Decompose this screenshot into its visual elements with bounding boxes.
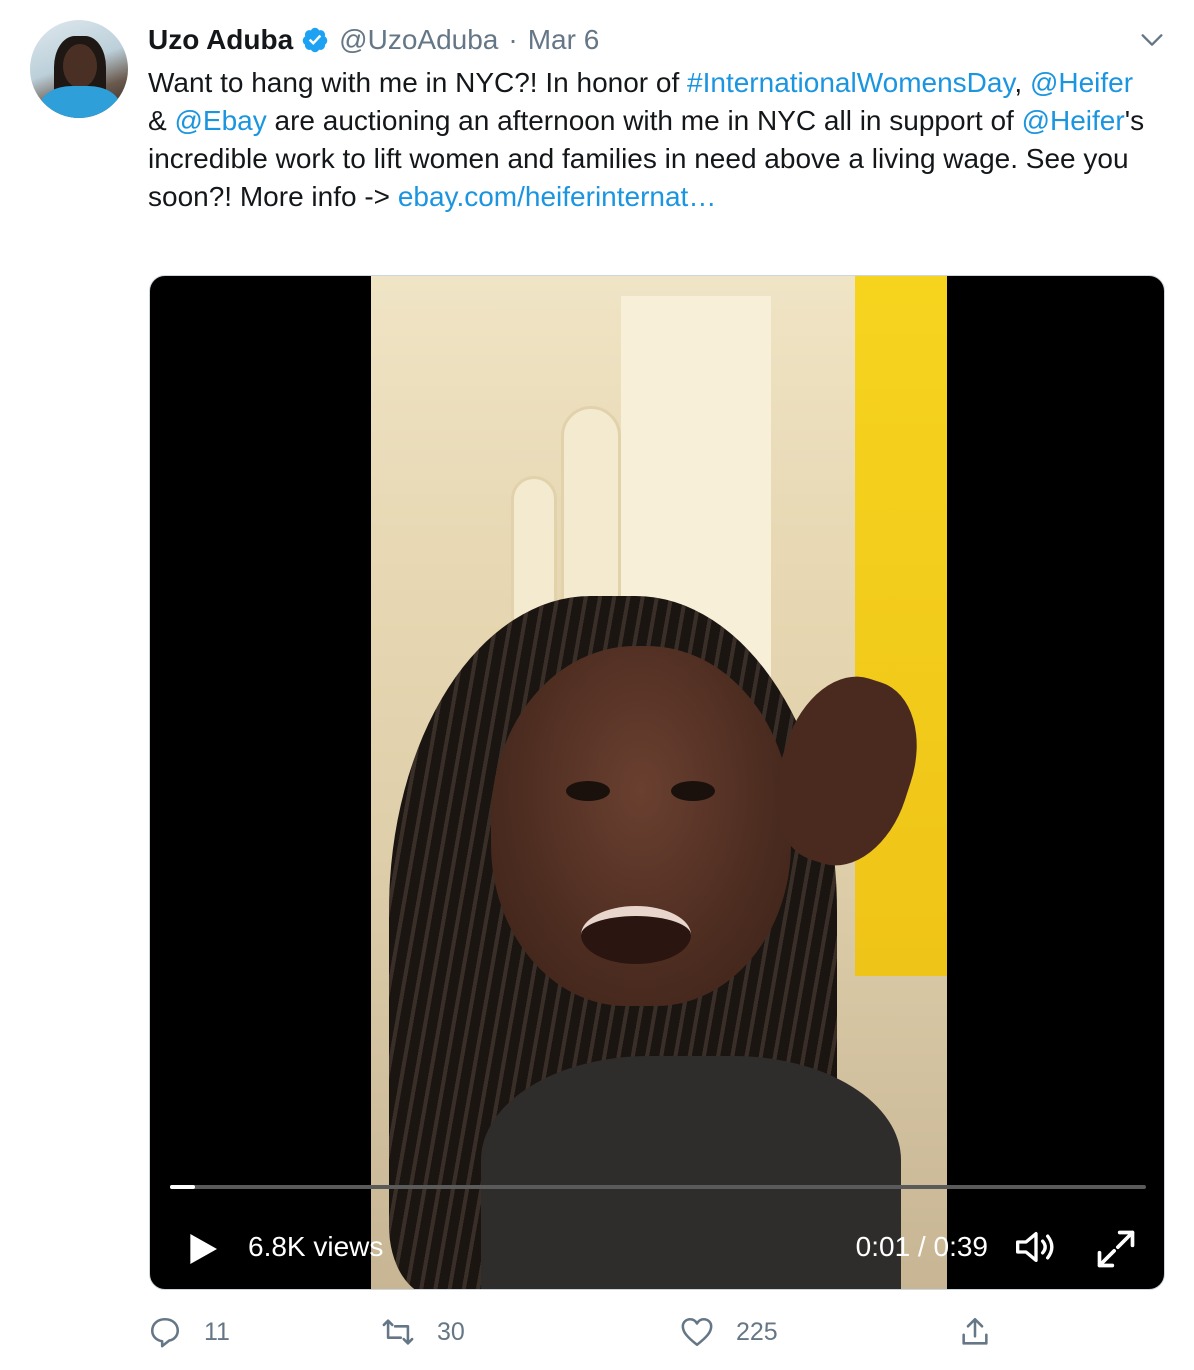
share-icon (962, 1317, 988, 1345)
tweet-link[interactable]: #InternationalWomensDay (687, 67, 1014, 98)
avatar-body (40, 86, 120, 118)
tweet-link[interactable]: @Heifer (1030, 67, 1133, 98)
author-handle[interactable]: @UzoAduba (339, 24, 498, 56)
video-progress-fill (170, 1185, 196, 1189)
tweet-text-segment: & (148, 105, 175, 136)
retweet-icon (382, 1319, 414, 1345)
video-eye (566, 781, 610, 801)
reply-action[interactable]: 11 (148, 1310, 230, 1354)
avatar[interactable] (30, 20, 128, 118)
fullscreen-icon[interactable] (1094, 1227, 1138, 1271)
tweet-text-segment: Want to hang with me in NYC?! In honor o… (148, 67, 688, 98)
separator-dot: · (508, 24, 518, 55)
reply-count: 11 (204, 1317, 230, 1346)
video-controls: 6.8K views 0:01 / 0:39 (150, 1221, 1164, 1271)
reply-icon (150, 1317, 180, 1348)
play-icon[interactable] (182, 1229, 222, 1269)
tweet-text: Want to hang with me in NYC?! In honor o… (148, 64, 1148, 216)
volume-icon[interactable] (1012, 1227, 1060, 1267)
caret-down-icon[interactable] (1138, 26, 1166, 54)
tweet-actions: 11 30 225 (148, 1310, 1048, 1354)
like-action[interactable]: 225 (680, 1310, 778, 1354)
tweet-text-segment: , (1014, 67, 1030, 98)
tweet-text-segment: are auctioning an afternoon with me in N… (266, 105, 1022, 136)
tweet-link[interactable]: @Ebay (174, 105, 266, 136)
verified-badge-icon (302, 27, 328, 53)
tweet-link[interactable]: @Heifer (1022, 105, 1125, 136)
tweet-header: Uzo Aduba @UzoAduba · Mar 6 (148, 20, 599, 60)
share-action[interactable] (958, 1310, 1014, 1354)
video-frame (371, 276, 947, 1289)
like-icon (681, 1317, 713, 1347)
tweet-link[interactable]: ebay.com/heiferinternat… (398, 181, 717, 212)
video-progress-bar[interactable] (170, 1185, 1146, 1189)
yellow-wall (855, 276, 947, 976)
retweet-action[interactable]: 30 (381, 1310, 465, 1354)
video-time: 0:01 / 0:39 (855, 1231, 988, 1262)
video-player[interactable]: 6.8K views 0:01 / 0:39 (149, 275, 1165, 1290)
view-count: 6.8K views (248, 1231, 384, 1262)
video-eye (671, 781, 715, 801)
avatar-face (63, 44, 97, 88)
video-mouth (581, 906, 691, 964)
tweet-date[interactable]: Mar 6 (528, 24, 600, 56)
like-count: 225 (736, 1317, 778, 1346)
author-name[interactable]: Uzo Aduba (148, 24, 293, 56)
retweet-count: 30 (437, 1317, 465, 1346)
